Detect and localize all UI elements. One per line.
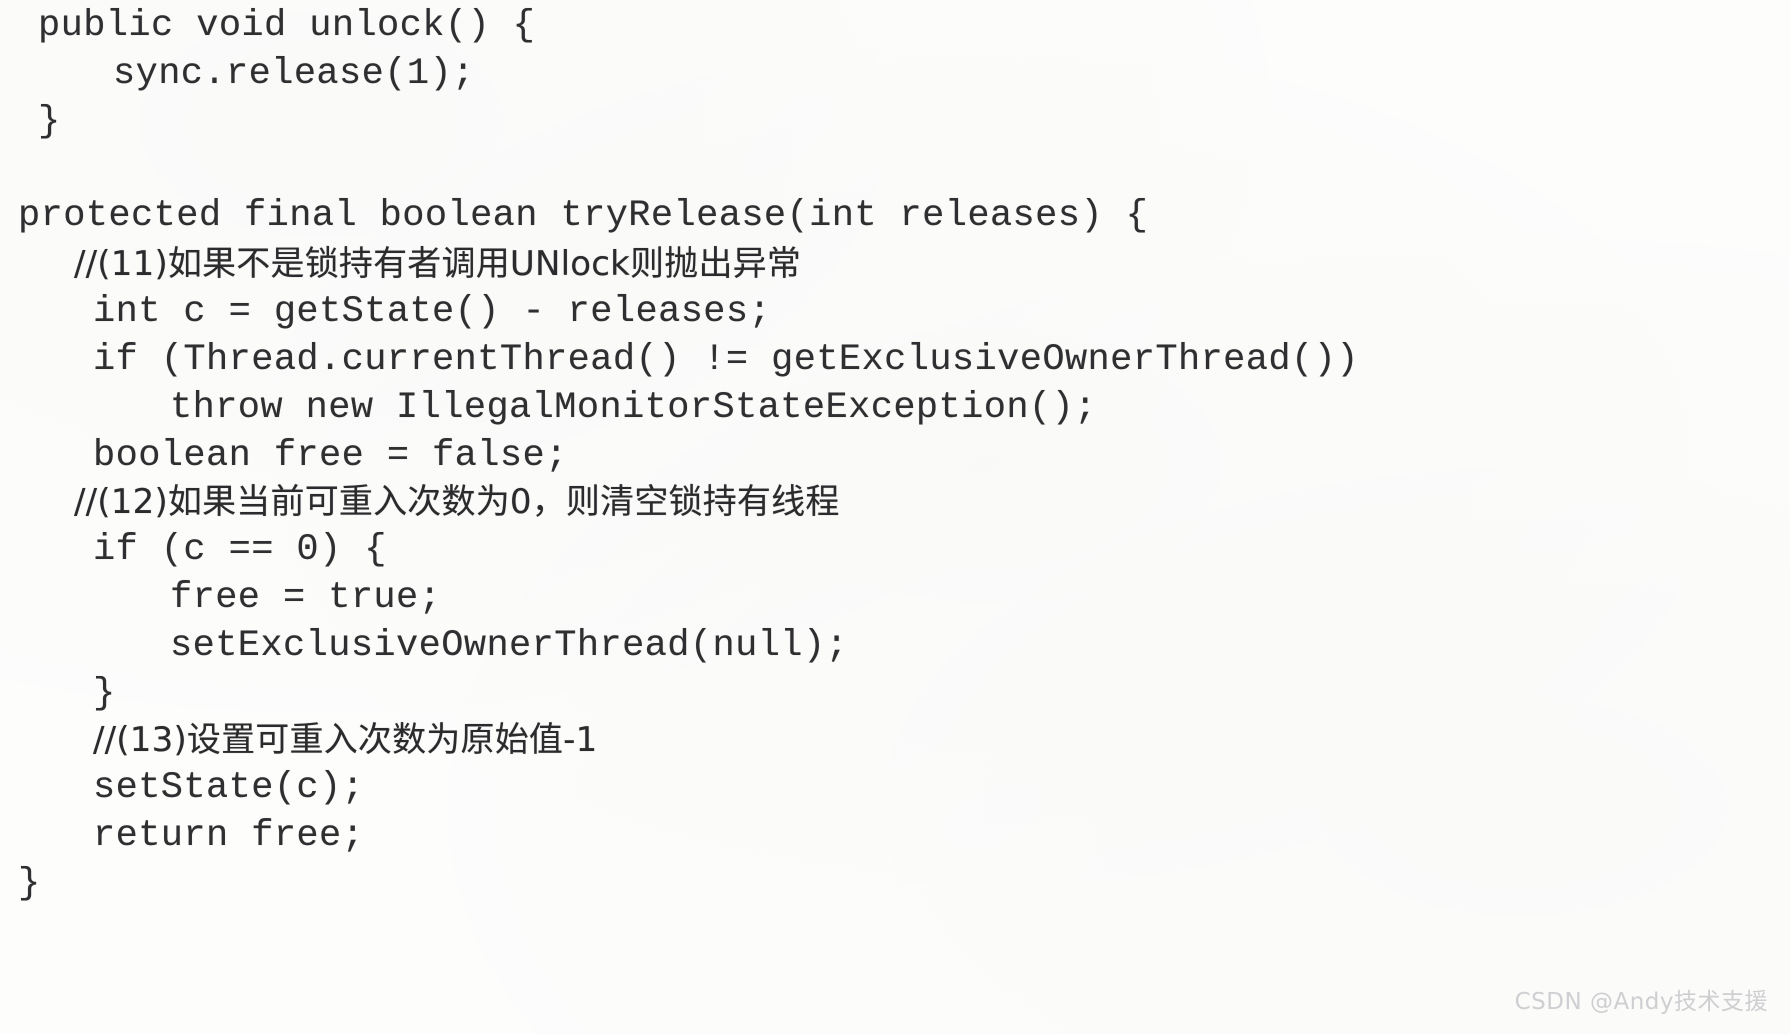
code-line: free = true; [170, 577, 442, 619]
code-line: } [38, 101, 61, 143]
code-line: } [93, 673, 116, 715]
code-line: } [18, 863, 41, 905]
code-comment-line: //(13)设置可重入次数为原始值-1 [93, 720, 598, 760]
code-comment-line: //(11)如果不是锁持有者调用UNlock则抛出异常 [74, 244, 802, 284]
code-line: setState(c); [93, 767, 365, 809]
code-line: boolean free = false; [93, 435, 568, 477]
code-line: setExclusiveOwnerThread(null); [170, 625, 849, 667]
code-line: sync.release(1); [113, 53, 475, 95]
code-line: if (Thread.currentThread() != getExclusi… [93, 339, 1359, 381]
code-line: throw new IllegalMonitorStateException()… [170, 387, 1097, 429]
csdn-watermark: CSDN @Andy技术支援 [1514, 989, 1768, 1015]
code-line: int c = getState() - releases; [93, 291, 772, 333]
code-line: protected final boolean tryRelease(int r… [18, 195, 1149, 237]
code-comment-line: //(12)如果当前可重入次数为0，则清空锁持有线程 [74, 482, 840, 522]
code-line: if (c == 0) { [93, 529, 387, 571]
scanned-page: public void unlock() { sync.release(1);} p… [0, 0, 1790, 1034]
code-line: return free; [93, 815, 365, 857]
code-line: public void unlock() { [38, 5, 536, 47]
